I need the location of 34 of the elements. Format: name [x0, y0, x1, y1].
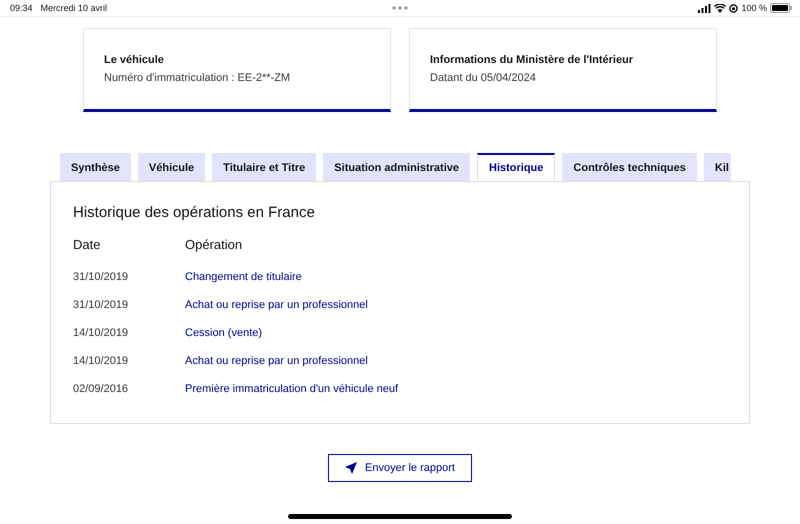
operation-cell-text: Cession (vente): [185, 326, 264, 341]
date-cell-text: 31/10/2019: [73, 270, 130, 285]
battery-icon: [770, 3, 792, 13]
send-report-button[interactable]: Envoyer le rapport: [328, 454, 472, 482]
date-cell-text: 14/10/2019: [73, 326, 130, 341]
date-cell-text: 14/10/2019: [73, 354, 130, 369]
date-cell-text: 31/10/2019: [73, 298, 130, 313]
send-icon: [345, 462, 358, 474]
date-cell-text: 02/09/2016: [73, 382, 130, 397]
operation-cell-text: Achat ou reprise par un professionnel: [185, 354, 369, 369]
panel-title: Historique des opérations en France: [73, 204, 316, 221]
more-icon[interactable]: [392, 6, 408, 10]
operation-cell-text: Changement de titulaire: [185, 270, 303, 285]
tab[interactable]: Situation administrative: [323, 153, 470, 181]
wifi-icon: [714, 4, 726, 12]
tab[interactable]: Synthèse: [60, 153, 131, 181]
operation-cell-text: Achat ou reprise par un professionnel: [185, 298, 369, 313]
column-header: Date: [73, 237, 102, 254]
operation-cell-text: Première immatriculation d'un véhicule neuf: [185, 382, 400, 397]
card-text: Datant du 05/04/2024: [430, 72, 537, 84]
card-title: Informations du Ministère de l'Intérieur: [430, 54, 634, 66]
tab[interactable]: Titulaire et Titre: [212, 153, 316, 181]
orientation-lock-icon: [729, 4, 738, 12]
status-date: Mercredi 10 avril: [40, 3, 108, 13]
tab[interactable]: Contrôles techniques: [562, 153, 697, 181]
tab[interactable]: Historique: [477, 153, 556, 181]
tab[interactable]: Kil: [704, 153, 731, 181]
card-text: Numéro d'immatriculation : EE-2**-ZM: [104, 72, 292, 84]
card-title: Le véhicule: [104, 54, 165, 66]
signal-icon: [698, 4, 712, 12]
column-header: Opération: [185, 237, 244, 254]
tab[interactable]: Véhicule: [138, 153, 206, 181]
battery-level: 100 %: [741, 3, 767, 13]
status-time: 09:34: [10, 3, 33, 13]
